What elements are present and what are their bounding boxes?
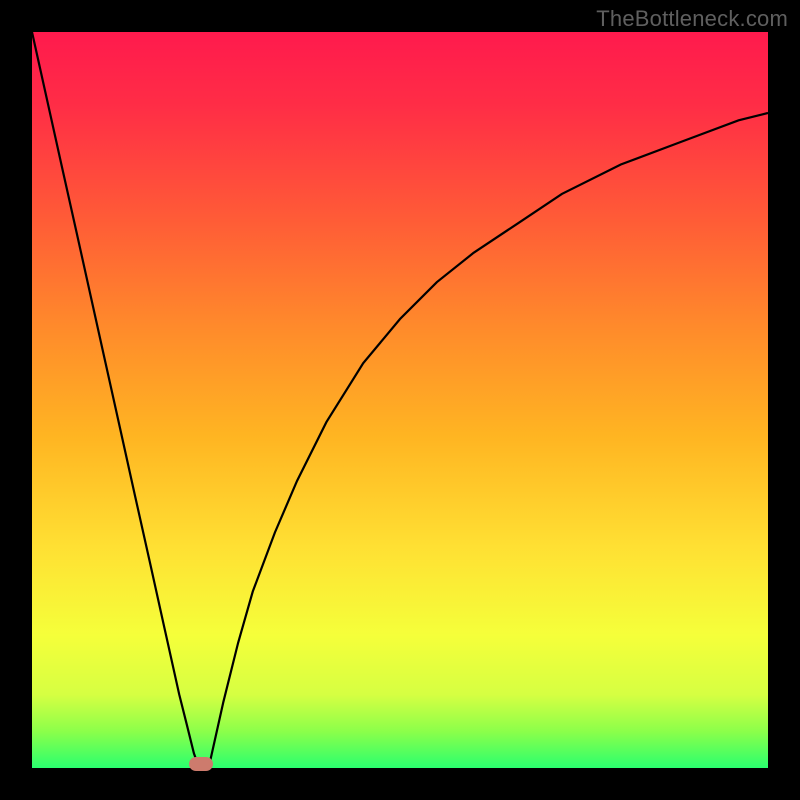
minimum-marker <box>189 757 213 771</box>
gradient-plot <box>32 32 768 768</box>
gradient-background <box>32 32 768 768</box>
watermark-text: TheBottleneck.com <box>596 6 788 32</box>
plot-area <box>32 32 768 768</box>
